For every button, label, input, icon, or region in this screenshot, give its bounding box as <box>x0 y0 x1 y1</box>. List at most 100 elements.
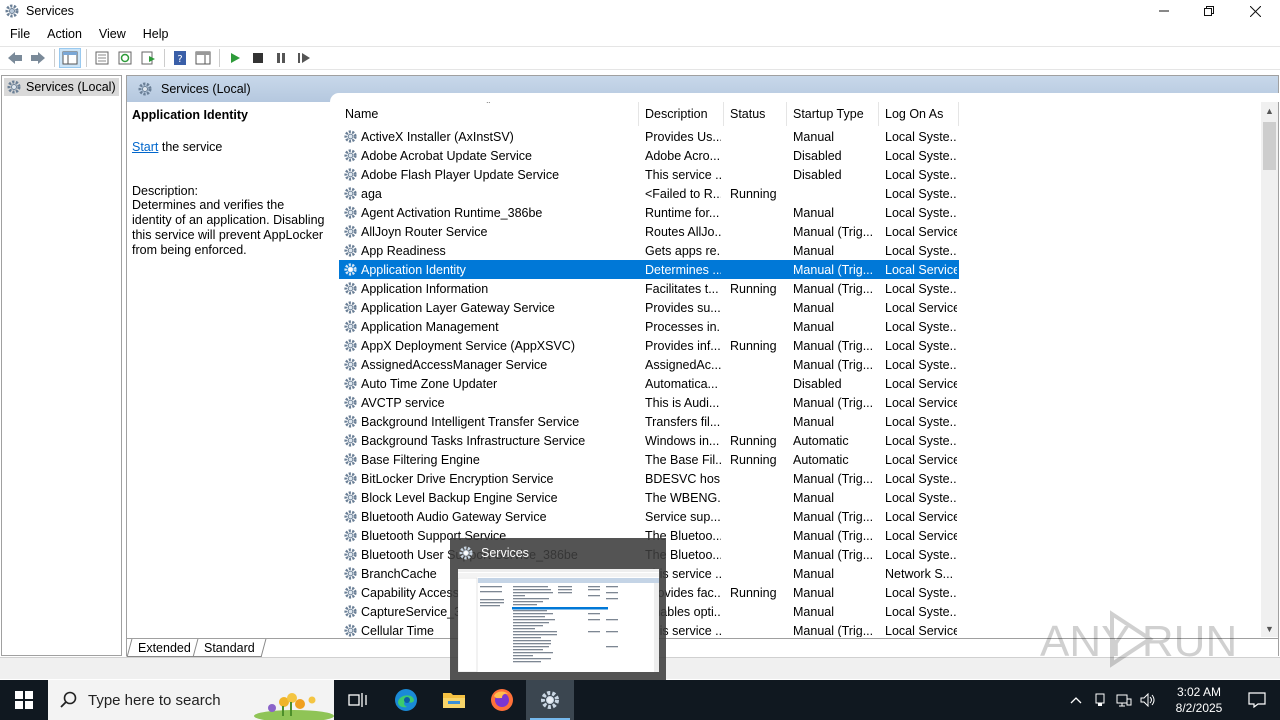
service-row[interactable]: Adobe Acrobat Update Service Adobe Acro..… <box>339 146 959 165</box>
service-name: AssignedAccessManager Service <box>361 357 548 372</box>
tray-overflow-button[interactable] <box>1064 680 1088 720</box>
service-name-cell: AVCTP service <box>343 393 633 412</box>
menu-help[interactable]: Help <box>133 27 176 41</box>
taskbar-search-box[interactable]: Type here to search <box>48 680 334 720</box>
task-view-button[interactable] <box>334 680 382 720</box>
show-console-tree-button[interactable] <box>59 48 81 68</box>
service-startup-type-cell: Manual <box>793 604 834 619</box>
menu-file[interactable]: File <box>0 27 37 41</box>
help-button[interactable]: ? <box>169 48 191 68</box>
service-row[interactable]: Adobe Flash Player Update Service This se… <box>339 165 959 184</box>
gear-icon <box>7 80 21 94</box>
service-row[interactable]: Agent Activation Runtime_386be Runtime fo… <box>339 203 959 222</box>
menu-action[interactable]: Action <box>37 27 89 41</box>
service-startup-type-cell: Manual (Trig... <box>793 281 874 296</box>
export-list-button[interactable] <box>137 48 159 68</box>
close-button[interactable] <box>1232 0 1278 22</box>
service-row[interactable]: AVCTP service This is Audi... Manual (Trig… <box>339 393 959 412</box>
tray-network[interactable] <box>1112 680 1136 720</box>
minimize-button[interactable] <box>1141 0 1187 22</box>
service-detail-panel: Application Identity Start the service D… <box>132 108 332 258</box>
service-row[interactable]: Application Management Processes in... Man… <box>339 317 959 336</box>
restore-button[interactable] <box>1186 0 1232 22</box>
gear-icon <box>344 320 357 333</box>
taskbar-thumbnail-preview[interactable]: Services <box>450 538 666 680</box>
service-row[interactable]: Bluetooth Audio Gateway Service Service s… <box>339 507 959 526</box>
taskbar-file-explorer[interactable] <box>430 680 478 720</box>
gear-icon <box>344 548 357 561</box>
service-name: Base Filtering Engine <box>361 452 480 467</box>
anyrun-watermark: ANY RUN <box>1040 606 1240 672</box>
service-row[interactable]: aga <Failed to R... Running Local Syste... <box>339 184 959 203</box>
service-startup-type-cell: Manual <box>793 129 834 144</box>
toolbar-separator <box>86 49 87 67</box>
start-service-button[interactable] <box>224 48 246 68</box>
tray-network-adapter[interactable] <box>1088 680 1112 720</box>
menu-view[interactable]: View <box>89 27 133 41</box>
taskbar-clock[interactable]: 3:02 AM 8/2/2025 <box>1164 684 1234 716</box>
thumbnail-header: Services <box>458 544 529 562</box>
service-log-on-as-cell: Local Syste... <box>885 433 957 448</box>
scroll-down-icon[interactable]: ▼ <box>1261 620 1278 637</box>
service-row[interactable]: ActiveX Installer (AxInstSV) Provides Us.… <box>339 127 959 146</box>
service-row[interactable]: AppX Deployment Service (AppXSVC) Provide… <box>339 336 959 355</box>
vertical-scrollbar[interactable]: ▲ ▼ <box>1261 102 1278 637</box>
stop-service-button[interactable] <box>247 48 269 68</box>
service-row[interactable]: Block Level Backup Engine Service The WBE… <box>339 488 959 507</box>
taskbar-edge[interactable] <box>382 680 430 720</box>
tray-volume[interactable] <box>1136 680 1160 720</box>
show-hide-action-pane-button[interactable] <box>192 48 214 68</box>
service-row[interactable]: Background Intelligent Transfer Service T… <box>339 412 959 431</box>
service-name-cell: Background Intelligent Transfer Service <box>343 412 633 431</box>
service-name-cell: Adobe Acrobat Update Service <box>343 146 633 165</box>
taskbar-services[interactable] <box>526 680 574 720</box>
scroll-up-icon[interactable]: ▲ <box>1261 102 1278 119</box>
scroll-thumb[interactable] <box>1263 122 1276 170</box>
service-startup-type-cell: Manual (Trig... <box>793 357 874 372</box>
back-button[interactable] <box>4 48 26 68</box>
service-row[interactable]: Application Layer Gateway Service Provide… <box>339 298 959 317</box>
action-center-button[interactable] <box>1234 680 1280 720</box>
gear-icon <box>344 187 357 200</box>
service-row[interactable]: App Readiness Gets apps re... Manual Local … <box>339 241 959 260</box>
gear-icon <box>344 605 357 618</box>
column-header-status[interactable]: Status <box>724 102 787 126</box>
tab-extended[interactable]: Extended <box>126 639 202 657</box>
service-row[interactable]: Application Information Facilitates t... R… <box>339 279 959 298</box>
service-row[interactable]: Application Identity Determines ... Manual… <box>339 260 959 279</box>
network-icon <box>1116 694 1132 707</box>
column-header-name[interactable]: Name ⌃ <box>339 102 639 126</box>
service-description-cell: AssignedAc... <box>645 357 721 372</box>
service-row[interactable]: Background Tasks Infrastructure Service W… <box>339 431 959 450</box>
service-row[interactable]: Auto Time Zone Updater Automatica... Disab… <box>339 374 959 393</box>
column-header-startup-type[interactable]: Startup Type <box>787 102 879 126</box>
tab-standard[interactable]: Standard <box>192 639 267 657</box>
tree-item-label: Services (Local) <box>26 80 116 94</box>
pause-service-button[interactable] <box>270 48 292 68</box>
properties-button[interactable] <box>91 48 113 68</box>
start-button[interactable] <box>0 680 48 720</box>
tree-item-services-local[interactable]: Services (Local) <box>4 78 119 96</box>
refresh-button[interactable] <box>114 48 136 68</box>
service-name-cell: BitLocker Drive Encryption Service <box>343 469 633 488</box>
taskbar-firefox[interactable] <box>478 680 526 720</box>
service-row[interactable]: Base Filtering Engine The Base Fil... Runn… <box>339 450 959 469</box>
service-log-on-as-cell: Local Syste... <box>885 243 957 258</box>
service-name-cell: Background Tasks Infrastructure Service <box>343 431 633 450</box>
gear-icon <box>344 510 357 523</box>
service-name-cell: App Readiness <box>343 241 633 260</box>
start-service-link[interactable]: Start <box>132 140 158 154</box>
service-row[interactable]: AssignedAccessManager Service AssignedAc.… <box>339 355 959 374</box>
restart-service-button[interactable] <box>293 48 315 68</box>
column-header-description[interactable]: Description <box>639 102 724 126</box>
service-name-cell: Application Information <box>343 279 633 298</box>
service-log-on-as-cell: Local Syste... <box>885 319 957 334</box>
service-row[interactable]: AllJoyn Router Service Routes AllJo... Man… <box>339 222 959 241</box>
play-icon <box>231 53 240 63</box>
service-row[interactable]: BitLocker Drive Encryption Service BDESVC… <box>339 469 959 488</box>
column-header-log-on-as[interactable]: Log On As <box>879 102 959 126</box>
service-name: Background Tasks Infrastructure Service <box>361 433 586 448</box>
service-description-cell: The Base Fil... <box>645 452 721 467</box>
forward-button[interactable] <box>27 48 49 68</box>
gear-icon <box>344 529 357 542</box>
